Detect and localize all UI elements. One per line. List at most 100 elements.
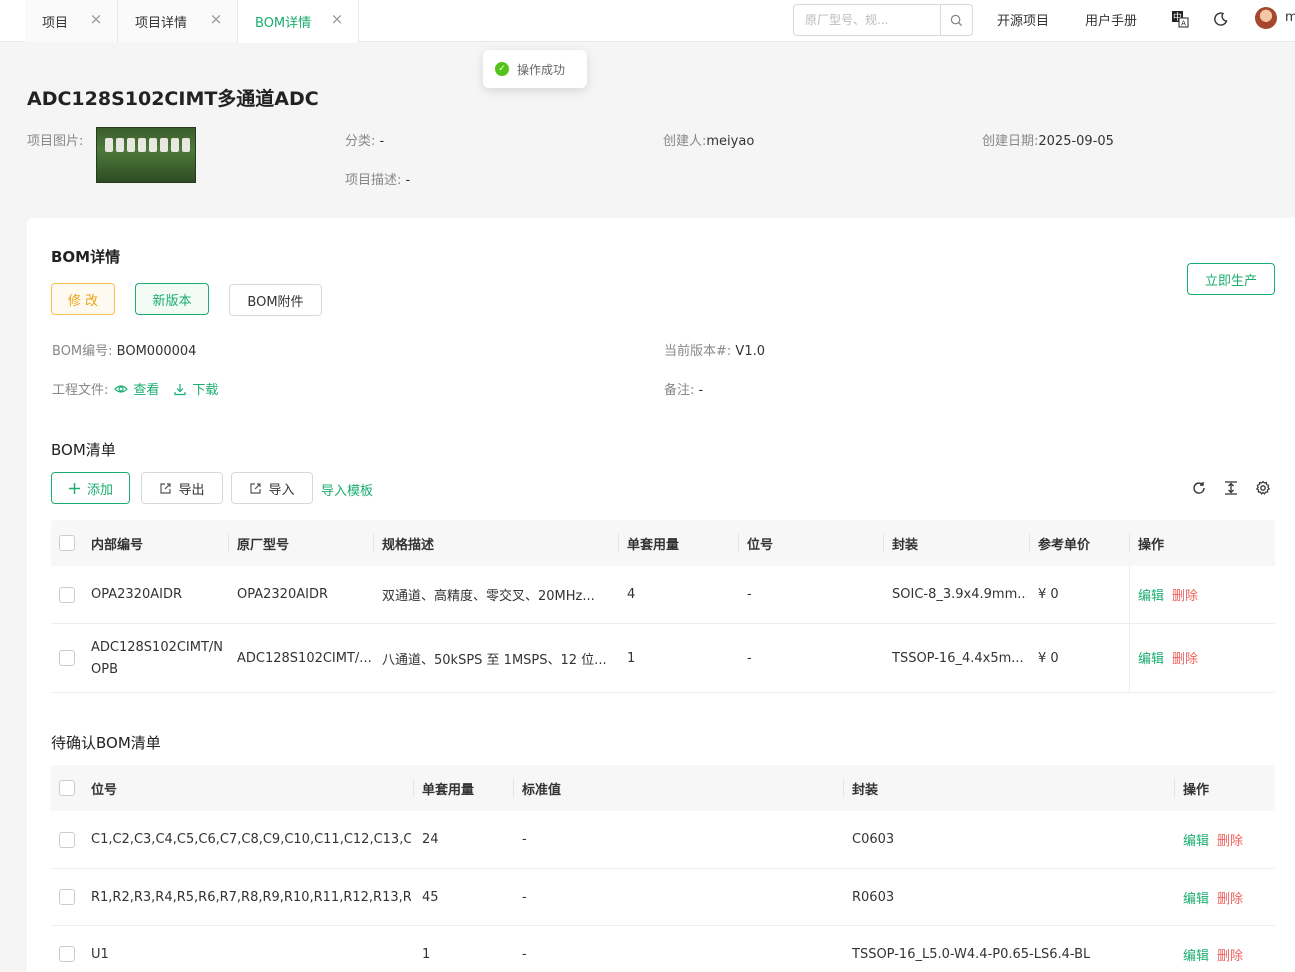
column-header: 单套用量 (617, 520, 679, 566)
bom-detail-title: BOM详情 (51, 248, 121, 266)
standard-value-cell: - (522, 832, 527, 847)
pending-table-header: 位号 单套用量 标准值 封装 操作 (51, 765, 1275, 811)
table-row[interactable]: U1 1 - TSSOP-16_L5.0-W4.4-P0.65-LS6.4-BL… (51, 926, 1275, 972)
download-link[interactable]: 下载 (173, 379, 218, 398)
version-value: V1.0 (735, 344, 765, 359)
download-icon (174, 383, 187, 395)
creator-value: meiyao (706, 134, 755, 149)
delete-link[interactable]: 删除 (1172, 648, 1198, 667)
search-button[interactable] (940, 5, 972, 35)
delete-link[interactable]: 删除 (1172, 585, 1198, 604)
success-toast: ✓ 操作成功 (483, 50, 587, 88)
date-label: 创建日期: (982, 134, 1039, 149)
eye-icon (114, 384, 129, 393)
table-row[interactable]: ADC128S102CIMT/NOPB ADC128S102CIMT/... 八… (51, 624, 1275, 693)
delete-link[interactable]: 删除 (1217, 888, 1243, 907)
add-button-label: 添加 (86, 482, 113, 498)
export-icon (160, 482, 172, 494)
project-files-label: 工程文件: (52, 383, 109, 398)
new-version-button[interactable]: 新版本 (135, 283, 209, 315)
edit-link[interactable]: 编辑 (1183, 888, 1209, 907)
produce-now-button[interactable]: 立即生产 (1187, 263, 1275, 295)
qty-cell: 4 (627, 587, 636, 602)
column-header: 封装 (842, 765, 878, 811)
project-files-field: 工程文件: 查看 下载 (52, 379, 218, 398)
user-name[interactable]: m (1285, 10, 1295, 25)
nav-user-manual[interactable]: 用户手册 (1085, 10, 1137, 29)
bom-card: BOM详情 修 改 新版本 BOM附件 立即生产 BOM编号: BOM00000… (27, 218, 1295, 972)
search-input[interactable] (794, 5, 942, 35)
row-checkbox[interactable] (59, 650, 75, 666)
import-icon (250, 482, 262, 494)
refresh-icon[interactable] (1189, 478, 1209, 498)
edit-link[interactable]: 编辑 (1138, 648, 1164, 667)
description-value: - (405, 173, 411, 188)
tab-project[interactable]: 项目 × (25, 0, 118, 42)
close-icon[interactable]: × (89, 12, 103, 27)
description-label: 项目描述: (345, 173, 402, 188)
export-button[interactable]: 导出 (141, 472, 223, 504)
row-checkbox[interactable] (59, 587, 75, 603)
table-row[interactable]: OPA2320AIDR OPA2320AIDR 双通道、高精度、零交叉、20MH… (51, 566, 1275, 624)
mfr-part-cell: ADC128S102CIMT/... (237, 650, 372, 666)
import-template-link[interactable]: 导入模板 (321, 480, 373, 499)
close-icon[interactable]: × (209, 12, 223, 27)
delete-link[interactable]: 删除 (1217, 945, 1243, 964)
tab-label: 项目 (42, 15, 69, 31)
row-actions: 编辑 删除 (1183, 888, 1243, 907)
ref-cell: - (747, 587, 752, 602)
avatar[interactable] (1255, 7, 1277, 29)
internal-code-link[interactable]: OPA2320AIDR (91, 566, 182, 623)
svg-text:A: A (1181, 20, 1186, 28)
column-header: 原厂型号 (227, 520, 289, 566)
bom-list-title: BOM清单 (51, 441, 116, 459)
project-image-label: 项目图片: (27, 134, 84, 149)
table-row[interactable]: R1,R2,R3,R4,R5,R6,R7,R8,R9,R10,R11,R12,R… (51, 869, 1275, 926)
view-link-label: 查看 (133, 383, 160, 398)
tab-bom-detail[interactable]: BOM详情 × (238, 0, 359, 43)
pending-bom-title: 待确认BOM清单 (51, 734, 161, 752)
edit-link[interactable]: 编辑 (1138, 585, 1164, 604)
view-link[interactable]: 查看 (114, 379, 159, 398)
bom-attachment-button[interactable]: BOM附件 (229, 284, 322, 316)
internal-code-link[interactable]: ADC128S102CIMT/NOPB (91, 637, 226, 681)
check-circle-icon: ✓ (495, 62, 509, 76)
edit-link[interactable]: 编辑 (1183, 945, 1209, 964)
column-header: 规格描述 (372, 520, 434, 566)
close-icon[interactable]: × (330, 12, 344, 27)
dark-mode-icon[interactable] (1211, 9, 1231, 29)
select-all-checkbox[interactable] (59, 535, 75, 551)
edit-link[interactable]: 编辑 (1183, 830, 1209, 849)
import-button-label: 导入 (268, 482, 295, 498)
search-icon (950, 14, 963, 26)
row-actions: 编辑 删除 (1183, 945, 1243, 964)
creator-label: 创建人: (663, 134, 707, 149)
row-checkbox[interactable] (59, 889, 75, 905)
settings-gear-icon[interactable] (1253, 478, 1273, 498)
project-image[interactable] (96, 127, 196, 183)
remark-value: - (698, 383, 704, 398)
table-row[interactable]: C1,C2,C3,C4,C5,C6,C7,C8,C9,C10,C11,C12,C… (51, 811, 1275, 869)
select-all-checkbox[interactable] (59, 780, 75, 796)
toast-text: 操作成功 (517, 62, 566, 77)
tab-project-detail[interactable]: 项目详情 × (118, 0, 238, 42)
version-field: 当前版本#: V1.0 (664, 340, 765, 359)
delete-link[interactable]: 删除 (1217, 830, 1243, 849)
ref-cell: - (747, 650, 752, 666)
column-header: 位号 (737, 520, 773, 566)
search-box (793, 4, 973, 36)
row-checkbox[interactable] (59, 946, 75, 962)
import-button[interactable]: 导入 (231, 472, 313, 504)
spec-cell: 双通道、高精度、零交叉、20MHz... (382, 589, 595, 604)
row-checkbox[interactable] (59, 832, 75, 848)
nav-open-source[interactable]: 开源项目 (997, 10, 1049, 29)
column-height-icon[interactable] (1221, 478, 1241, 498)
price-cell: ¥ 0 (1038, 587, 1059, 602)
language-icon[interactable]: 中A (1170, 9, 1190, 29)
column-header: 操作 (1173, 765, 1209, 811)
tab-label: BOM详情 (255, 15, 312, 31)
add-button[interactable]: 添加 (51, 472, 130, 504)
row-actions: 编辑 删除 (1138, 585, 1198, 604)
edit-button[interactable]: 修 改 (51, 283, 115, 315)
qty-cell: 45 (422, 889, 439, 905)
